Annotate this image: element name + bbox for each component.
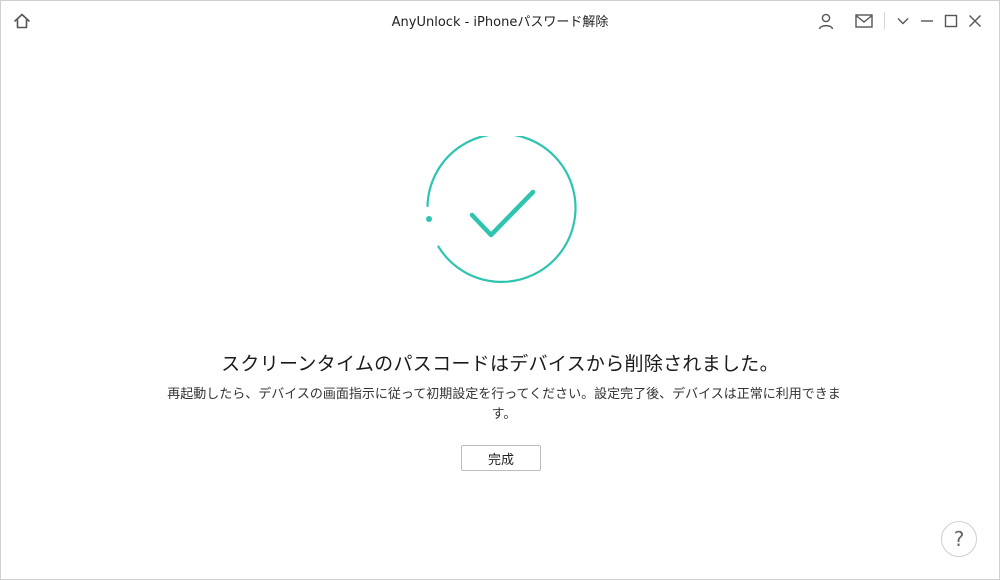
window-controls — [814, 9, 987, 33]
app-window: AnyUnlock - iPhoneパスワード解除 スクリーンタイムのパスコード… — [0, 0, 1000, 580]
controls-divider — [884, 12, 885, 30]
success-indicator — [421, 132, 581, 291]
maximize-button[interactable] — [939, 9, 963, 33]
chevron-down-icon — [897, 18, 909, 25]
mail-icon — [855, 14, 873, 28]
menu-button[interactable] — [891, 9, 915, 33]
minimize-icon — [921, 20, 933, 22]
success-headline: スクリーンタイムのパスコードはデバイスから削除されました。 — [221, 353, 779, 375]
check-circle-icon — [426, 132, 577, 283]
maximize-icon — [944, 14, 958, 28]
instruction-text: 再起動したら、デバイスの画面指示に従って初期設定を行ってください。設定完了後、デ… — [167, 387, 841, 422]
done-button[interactable]: 完成 — [461, 445, 541, 471]
close-button[interactable] — [963, 9, 987, 33]
account-button[interactable] — [814, 9, 838, 33]
title-bar: AnyUnlock - iPhoneパスワード解除 — [1, 1, 999, 41]
close-icon — [969, 15, 981, 27]
mail-button[interactable] — [852, 9, 876, 33]
help-button[interactable]: ? — [941, 521, 977, 557]
user-icon — [818, 13, 834, 30]
minimize-button[interactable] — [915, 9, 939, 33]
